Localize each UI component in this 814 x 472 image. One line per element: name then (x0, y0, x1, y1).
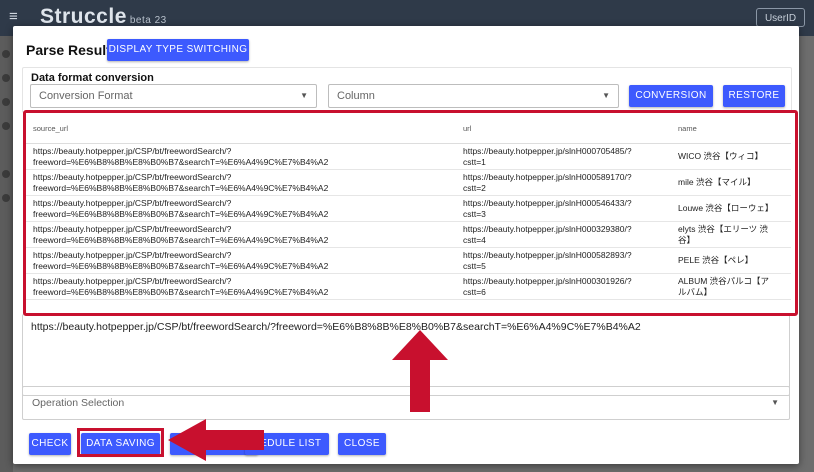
display-type-switching-button[interactable]: DISPLAY TYPE SWITCHING (107, 39, 249, 61)
check-button[interactable]: CHECK (29, 433, 71, 455)
dropdown-caret-icon: ▼ (602, 91, 610, 100)
table-highlight-box (23, 110, 798, 316)
left-arrow-icon (168, 419, 264, 461)
conversion-format-placeholder: Conversion Format (39, 90, 133, 102)
dialog-title: Parse Result (26, 42, 111, 58)
left-sidebar-backdrop (0, 36, 13, 472)
sidebar-dot-icon (2, 74, 10, 82)
operation-selection-placeholder: Operation Selection (32, 397, 125, 409)
conversion-button[interactable]: CONVERSION (629, 85, 713, 107)
restore-button[interactable]: RESTORE (723, 85, 785, 107)
conversion-section-title: Data format conversion (31, 72, 154, 84)
sidebar-dot-icon (2, 98, 10, 106)
sidebar-dot-icon (2, 170, 10, 178)
column-select[interactable]: Column ▼ (328, 84, 619, 108)
dropdown-caret-icon: ▼ (771, 398, 779, 407)
up-arrow-icon (392, 330, 448, 412)
column-placeholder: Column (337, 90, 375, 102)
data-saving-highlight-box (77, 428, 164, 457)
sidebar-dot-icon (2, 122, 10, 130)
close-button[interactable]: CLOSE (338, 433, 386, 455)
sidebar-dot-icon (2, 50, 10, 58)
userid-button[interactable]: UserID (756, 8, 805, 27)
hamburger-menu-icon[interactable]: ≡ (9, 9, 18, 24)
dropdown-caret-icon: ▼ (300, 91, 308, 100)
app-beta-label: beta 23 (129, 15, 167, 26)
conversion-format-select[interactable]: Conversion Format ▼ (30, 84, 317, 108)
sidebar-dot-icon (2, 194, 10, 202)
